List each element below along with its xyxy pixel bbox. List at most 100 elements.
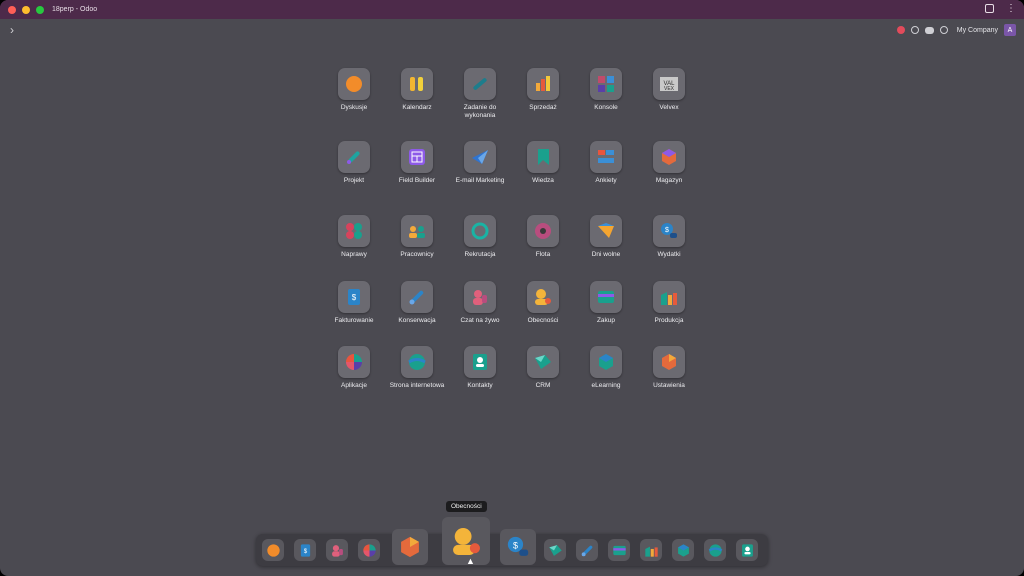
app-tile[interactable] <box>401 68 433 100</box>
expenses-icon: $ <box>661 223 677 238</box>
app-tile[interactable] <box>338 141 370 173</box>
dock-item-discuss[interactable] <box>262 539 284 561</box>
svg-text:$: $ <box>352 293 357 302</box>
app-email-marketing[interactable]: E-mail Marketing <box>448 141 512 185</box>
app-tile[interactable] <box>527 215 559 247</box>
app-contacts[interactable]: Kontakty <box>448 346 512 390</box>
app-tile[interactable] <box>464 281 496 313</box>
menu-toggle-chevron-icon[interactable]: › <box>10 23 14 37</box>
clock-icon[interactable] <box>939 26 948 34</box>
app-tile[interactable] <box>653 346 685 378</box>
app-tile[interactable] <box>653 281 685 313</box>
app-website[interactable]: Strona internetowa <box>385 346 449 390</box>
close-window-button[interactable] <box>8 5 16 14</box>
app-employees[interactable]: Pracownicy <box>385 215 449 259</box>
app-apps[interactable]: Aplikacje <box>322 346 386 390</box>
app-sales[interactable]: Sprzedaż <box>511 68 575 112</box>
app-tile[interactable] <box>401 281 433 313</box>
app-expenses[interactable]: $ Wydatki <box>637 215 701 259</box>
app-tile[interactable] <box>527 68 559 100</box>
app-elearning[interactable]: eLearning <box>574 346 638 390</box>
app-console[interactable]: Konsole <box>574 68 638 112</box>
app-tile[interactable] <box>527 281 559 313</box>
extensions-icon[interactable] <box>985 4 994 13</box>
dock-item-maintenance[interactable] <box>576 539 598 561</box>
app-tile[interactable]: VAL VEX <box>653 68 685 100</box>
dock-item-crm[interactable] <box>544 539 566 561</box>
project-icon <box>347 151 360 164</box>
app-invoicing[interactable]: $ Fakturowanie <box>322 281 386 325</box>
more-menu-icon[interactable]: ⋮ <box>1006 4 1016 14</box>
app-tile[interactable] <box>401 346 433 378</box>
app-todo[interactable]: Zadanie do wykonania <box>448 68 512 120</box>
dock-item-expenses[interactable]: $ <box>500 529 536 565</box>
app-fleet[interactable]: Flota <box>511 215 575 259</box>
dock-item-purchase[interactable] <box>608 539 630 561</box>
invoicing-icon: $ <box>348 289 360 305</box>
app-maintenance[interactable]: Konserwacja <box>385 281 449 325</box>
app-inventory[interactable]: Magazyn <box>637 141 701 185</box>
app-label: Pracownicy <box>400 251 434 258</box>
elearning-icon <box>599 354 613 370</box>
app-tile[interactable] <box>590 141 622 173</box>
maximize-window-button[interactable] <box>36 5 44 14</box>
app-knowledge[interactable]: Wiedza <box>511 141 575 185</box>
app-discuss[interactable]: Dyskusje <box>322 68 386 112</box>
app-tile[interactable]: $ <box>338 281 370 313</box>
app-tile[interactable] <box>590 215 622 247</box>
app-field-builder[interactable]: Field Builder <box>385 141 449 185</box>
app-tile[interactable] <box>464 141 496 173</box>
user-avatar[interactable]: A <box>1004 24 1016 36</box>
gear-icon[interactable] <box>910 26 919 34</box>
app-tile[interactable] <box>464 68 496 100</box>
dock-item-elearning[interactable] <box>672 539 694 561</box>
time-off-icon <box>598 223 614 238</box>
dock-item-settings[interactable] <box>392 529 428 565</box>
app-tile[interactable] <box>338 215 370 247</box>
dock-item-manufacturing[interactable] <box>640 539 662 561</box>
app-crm[interactable]: CRM <box>511 346 575 390</box>
dock-item-contacts[interactable] <box>736 539 758 561</box>
app-tile[interactable] <box>527 346 559 378</box>
app-label: Kontakty <box>467 382 493 389</box>
field-builder-icon <box>409 149 425 165</box>
app-tile[interactable] <box>590 346 622 378</box>
dock-item-apps[interactable] <box>358 539 380 561</box>
app-label: Ankiety <box>595 177 617 184</box>
app-tile[interactable] <box>590 68 622 100</box>
app-purchase[interactable]: Zakup <box>574 281 638 325</box>
maintenance-icon <box>581 545 592 556</box>
app-manufacturing[interactable]: Produkcja <box>637 281 701 325</box>
app-label: eLearning <box>591 382 621 389</box>
app-tile[interactable] <box>464 215 496 247</box>
app-attendances[interactable]: Obecności <box>511 281 575 325</box>
app-tile[interactable] <box>590 281 622 313</box>
app-velvex[interactable]: VAL VEX Velvex <box>637 68 701 112</box>
apps-icon <box>346 354 362 370</box>
app-tile[interactable] <box>338 68 370 100</box>
app-time-off[interactable]: Dni wolne <box>574 215 638 259</box>
app-recruitment[interactable]: Rekrutacja <box>448 215 512 259</box>
app-repairs[interactable]: Naprawy <box>322 215 386 259</box>
app-calendar[interactable]: Kalendarz <box>385 68 449 112</box>
app-tile[interactable] <box>338 346 370 378</box>
app-project[interactable]: Projekt <box>322 141 386 185</box>
app-surveys[interactable]: Ankiety <box>574 141 638 185</box>
app-tile[interactable] <box>401 215 433 247</box>
settings-icon <box>662 354 676 370</box>
app-tile[interactable] <box>527 141 559 173</box>
app-label: Kalendarz <box>402 104 432 111</box>
app-tile[interactable] <box>401 141 433 173</box>
heart-icon[interactable] <box>896 26 905 34</box>
dock-item-invoicing[interactable]: $ <box>294 539 316 561</box>
dock-item-live-chat[interactable] <box>326 539 348 561</box>
app-tile[interactable] <box>653 141 685 173</box>
minimize-window-button[interactable] <box>22 5 30 14</box>
app-tile[interactable] <box>464 346 496 378</box>
app-live-chat[interactable]: Czat na żywo <box>448 281 512 325</box>
company-switcher[interactable]: My Company <box>957 27 998 34</box>
dock-item-website[interactable] <box>704 539 726 561</box>
app-settings[interactable]: Ustawienia <box>637 346 701 390</box>
app-tile[interactable]: $ <box>653 215 685 247</box>
chat-icon[interactable] <box>924 26 934 34</box>
